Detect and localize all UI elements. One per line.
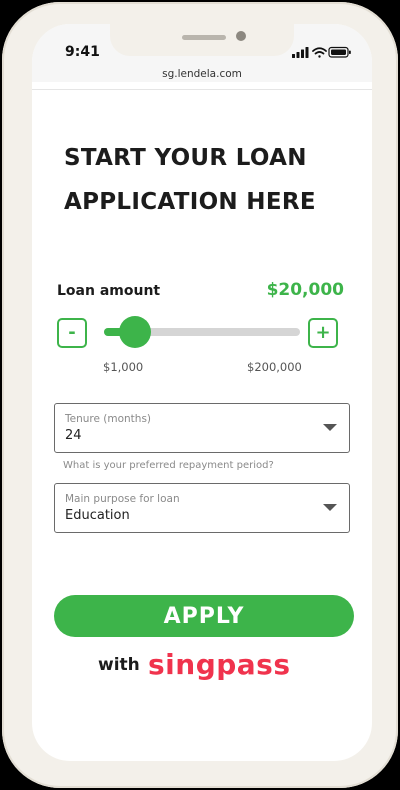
chevron-down-icon[interactable] (323, 504, 337, 511)
apply-button[interactable]: APPLY (54, 595, 354, 637)
apply-with-text: with (98, 655, 140, 675)
singpass-logo[interactable]: singpass (148, 648, 291, 681)
loan-purpose-select[interactable]: Main purpose for loan Education (54, 483, 350, 533)
status-icons (292, 46, 351, 58)
battery-icon (328, 46, 351, 58)
address-bar-url[interactable]: sg.lendela.com (32, 68, 372, 80)
speaker-grille (182, 35, 226, 40)
loan-amount-slider[interactable] (104, 316, 300, 348)
wifi-icon (312, 47, 327, 58)
front-camera (236, 31, 246, 41)
phone-screen: 9:41 sg.lendela.com START YOUR LOAN APPL… (32, 24, 372, 761)
loan-purpose-select-label: Main purpose for loan (65, 493, 180, 505)
phone-frame: 9:41 sg.lendela.com START YOUR LOAN APPL… (2, 2, 398, 788)
tenure-helper-text: What is your preferred repayment period? (63, 460, 274, 471)
signal-icon (292, 47, 309, 58)
slider-thumb[interactable] (119, 316, 152, 348)
loan-amount-label: Loan amount (57, 283, 161, 299)
tenure-select-value: 24 (65, 428, 82, 443)
address-bar-divider (32, 89, 372, 90)
phone-notch (110, 24, 294, 56)
slider-max-label: $200,000 (247, 360, 302, 374)
page-title: START YOUR LOAN APPLICATION HERE (64, 145, 316, 215)
slider-min-label: $1,000 (103, 360, 144, 374)
chevron-down-icon[interactable] (323, 424, 337, 431)
tenure-select-label: Tenure (months) (65, 413, 152, 425)
tenure-select[interactable]: Tenure (months) 24 (54, 403, 350, 453)
status-time: 9:41 (65, 44, 100, 60)
loan-purpose-select-value: Education (65, 508, 130, 523)
decrease-amount-button[interactable]: - (57, 318, 87, 348)
loan-amount-value: $20,000 (266, 280, 344, 300)
increase-amount-button[interactable]: + (308, 318, 338, 348)
